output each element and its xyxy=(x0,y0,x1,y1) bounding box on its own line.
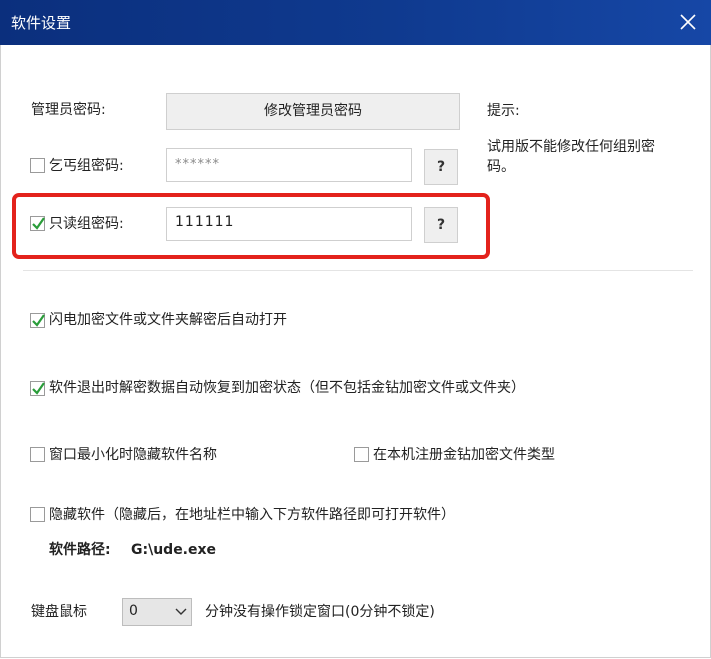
title-bar: 软件设置 xyxy=(0,0,711,45)
hide-name-minimized-checkbox[interactable] xyxy=(30,447,45,462)
beggar-group-help-button[interactable]: ? xyxy=(424,149,458,185)
lock-minutes-value: 0 xyxy=(129,603,138,619)
chevron-down-icon xyxy=(175,608,187,615)
readonly-group-label: 只读组密码: xyxy=(49,216,124,232)
check-icon xyxy=(32,382,45,395)
restore-on-exit-checkbox[interactable] xyxy=(30,381,45,396)
hint-title: 提示: xyxy=(487,103,520,119)
hide-name-minimized-label: 窗口最小化时隐藏软件名称 xyxy=(49,447,217,463)
lock-minutes-select[interactable]: 0 xyxy=(122,598,192,626)
flash-open-label: 闪电加密文件或文件夹解密后自动打开 xyxy=(49,312,287,328)
hide-software-label: 隐藏软件（隐藏后，在地址栏中输入下方软件路径即可打开软件） xyxy=(49,507,455,523)
hide-software-checkbox[interactable] xyxy=(30,507,45,522)
change-admin-password-button[interactable]: 修改管理员密码 xyxy=(166,93,460,130)
beggar-group-password-field[interactable]: ****** xyxy=(166,148,412,182)
lock-label: 键盘鼠标 xyxy=(31,604,87,620)
lock-suffix: 分钟没有操作锁定窗口(0分钟不锁定) xyxy=(205,604,435,620)
readonly-group-password-value: 111111 xyxy=(175,214,235,230)
check-icon xyxy=(32,217,45,230)
beggar-group-label: 乞丐组密码: xyxy=(49,158,124,174)
readonly-group-help-button[interactable]: ? xyxy=(424,207,458,243)
admin-password-label: 管理员密码: xyxy=(31,102,106,118)
beggar-group-checkbox[interactable] xyxy=(30,158,45,173)
software-path-label: 软件路径: xyxy=(49,542,111,558)
software-path-value: G:\ude.exe xyxy=(131,542,217,558)
window-title: 软件设置 xyxy=(11,14,72,32)
restore-on-exit-label: 软件退出时解密数据自动恢复到加密状态（但不包括金钻加密文件或文件夹） xyxy=(49,380,525,396)
register-file-type-checkbox[interactable] xyxy=(354,447,369,462)
register-file-type-label: 在本机注册金钻加密文件类型 xyxy=(373,447,555,463)
hint-text: 试用版不能修改任何组别密码。 xyxy=(487,139,655,175)
readonly-group-checkbox[interactable] xyxy=(30,216,45,231)
close-icon xyxy=(680,14,696,30)
readonly-group-password-field[interactable]: 111111 xyxy=(166,207,412,241)
check-icon xyxy=(32,314,45,327)
divider xyxy=(23,270,693,271)
flash-open-checkbox[interactable] xyxy=(30,313,45,328)
close-button[interactable] xyxy=(675,9,701,35)
beggar-group-password-placeholder: ****** xyxy=(175,157,220,172)
